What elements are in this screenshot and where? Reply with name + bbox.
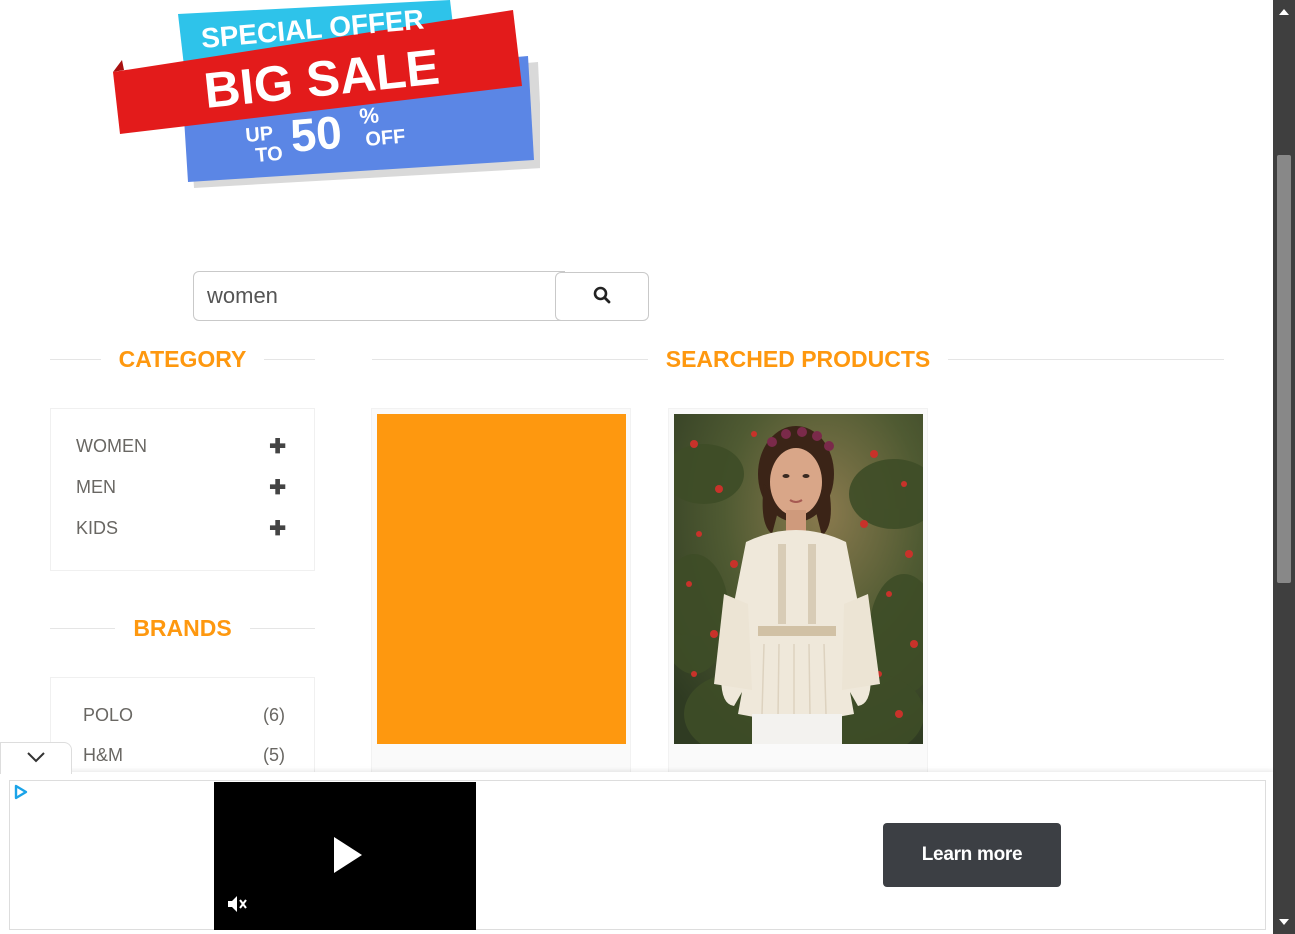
brand-count: (5)	[263, 744, 285, 765]
search-input[interactable]	[193, 271, 565, 321]
product-image[interactable]	[377, 414, 626, 744]
page: SPECIAL OFFER BIG SALE UP TO 50 % OFF CA…	[0, 0, 1295, 934]
plus-icon[interactable]: ✚	[269, 516, 286, 541]
category-heading: CATEGORY	[50, 344, 315, 374]
mute-icon[interactable]	[226, 894, 248, 919]
sale-banner[interactable]: SPECIAL OFFER BIG SALE UP TO 50 % OFF	[110, 0, 540, 195]
plus-icon[interactable]: ✚	[269, 434, 286, 459]
divider	[249, 627, 316, 629]
category-label: WOMEN	[76, 435, 147, 456]
ad-container: Learn more	[9, 780, 1266, 930]
scroll-down-arrow[interactable]	[1279, 919, 1289, 925]
brand-label: H&M	[83, 744, 123, 765]
scroll-up-arrow[interactable]	[1279, 9, 1289, 15]
category-item-kids[interactable]: KIDS ✚	[76, 516, 286, 540]
ad-banner: Learn more	[0, 772, 1273, 934]
category-label: MEN	[76, 476, 116, 497]
ad-choices-icon[interactable]	[13, 784, 29, 800]
product-card[interactable]	[668, 408, 928, 788]
brands-panel: POLO (6) H&M (5)	[50, 677, 315, 777]
chevron-down-icon	[26, 750, 46, 768]
searched-products-title: SEARCHED PRODUCTS	[665, 345, 931, 372]
learn-more-button[interactable]: Learn more	[883, 823, 1061, 887]
banner-percent-text: %	[358, 102, 380, 129]
ad-collapse-tab[interactable]	[0, 742, 72, 774]
banner-off-text: OFF	[365, 126, 407, 151]
brand-item-polo[interactable]: POLO (6)	[83, 703, 285, 727]
divider	[50, 627, 116, 629]
divider	[372, 358, 648, 360]
product-card[interactable]	[371, 408, 631, 788]
category-item-men[interactable]: MEN ✚	[76, 475, 286, 499]
search-bar	[193, 271, 649, 321]
brand-count: (6)	[263, 704, 285, 725]
ad-video-player[interactable]	[214, 782, 476, 930]
divider	[264, 358, 315, 360]
search-icon	[593, 286, 611, 307]
brands-heading: BRANDS	[50, 613, 316, 643]
category-item-women[interactable]: WOMEN ✚	[76, 434, 286, 458]
banner-amount-text: 50	[288, 106, 344, 162]
brand-item-hm[interactable]: H&M (5)	[83, 743, 285, 767]
divider	[948, 358, 1224, 360]
plus-icon[interactable]: ✚	[269, 475, 286, 500]
category-title: CATEGORY	[118, 345, 247, 372]
search-button[interactable]	[555, 272, 649, 321]
category-label: KIDS	[76, 517, 119, 538]
divider	[50, 358, 101, 360]
product-image[interactable]	[674, 414, 923, 744]
scrollbar[interactable]	[1273, 0, 1295, 934]
category-panel: WOMEN ✚ MEN ✚ KIDS ✚	[50, 408, 315, 571]
scrollbar-thumb[interactable]	[1277, 155, 1291, 583]
play-icon[interactable]	[334, 837, 362, 878]
products-heading: SEARCHED PRODUCTS	[372, 344, 1224, 374]
brands-title: BRANDS	[133, 614, 232, 641]
brand-label: POLO	[83, 704, 134, 725]
banner-to-text: TO	[255, 143, 284, 167]
